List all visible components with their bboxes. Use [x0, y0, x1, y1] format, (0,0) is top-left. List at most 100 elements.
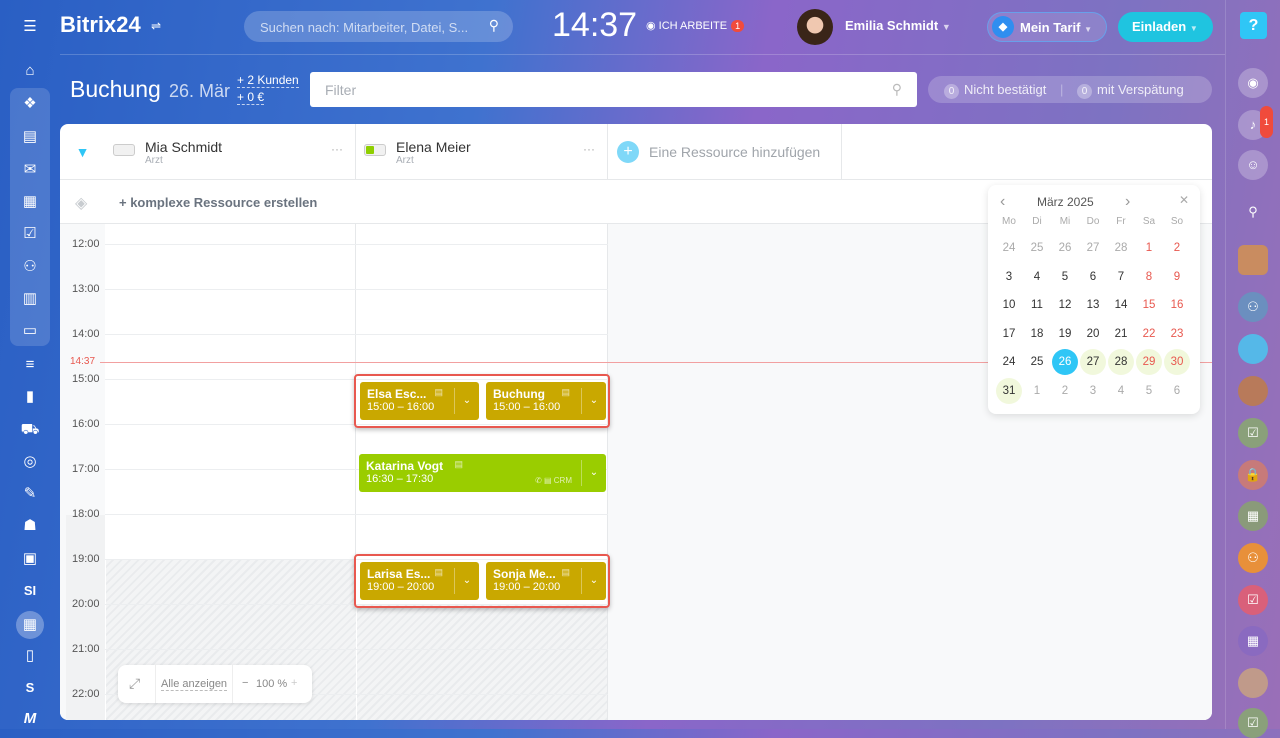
- calendar-day[interactable]: 20: [1080, 321, 1106, 347]
- invite-button[interactable]: Einladen ▼: [1118, 12, 1213, 42]
- chat-icon[interactable]: ✉: [18, 160, 42, 180]
- create-complex-resource-link[interactable]: + komplexe Ressource erstellen: [119, 195, 317, 210]
- chevron-down-icon[interactable]: ⌄: [581, 388, 606, 414]
- chevron-down-icon[interactable]: ⌄: [581, 460, 606, 486]
- resource-column-header[interactable]: Mia Schmidt Arzt ···: [105, 124, 356, 180]
- calendar-day[interactable]: 31: [996, 377, 1022, 404]
- menu-icon[interactable]: ☰: [18, 17, 42, 37]
- calendar-day[interactable]: 24: [996, 349, 1022, 375]
- calendar-day[interactable]: 29: [1136, 349, 1162, 375]
- contact-avatar[interactable]: [1238, 668, 1268, 698]
- calendar-day[interactable]: 2: [1052, 378, 1078, 404]
- tarif-button[interactable]: ◆ Mein Tarif ▼: [987, 12, 1107, 42]
- calendar-day[interactable]: 14: [1108, 292, 1134, 318]
- calendar-chat-icon[interactable]: ▦: [1238, 626, 1268, 656]
- search-icon[interactable]: ⚲: [1238, 197, 1268, 227]
- calendar-day[interactable]: 3: [996, 264, 1022, 290]
- calendar-day[interactable]: 13: [1080, 292, 1106, 318]
- calendar-day[interactable]: 11: [1024, 292, 1050, 318]
- booking-event[interactable]: Elsa Esc... ▤ 15:00 – 16:00 ⌄: [360, 382, 479, 420]
- calendar-day[interactable]: 28: [1108, 349, 1134, 375]
- groups-icon[interactable]: ⚇: [18, 257, 42, 277]
- booking-event[interactable]: Sonja Me... ▤ 19:00 – 20:00 ⌄: [486, 562, 606, 600]
- calendar-day[interactable]: 15: [1136, 292, 1162, 318]
- calendar-day[interactable]: 8: [1136, 264, 1162, 290]
- calendar-day[interactable]: 1: [1136, 235, 1162, 261]
- calendar-day[interactable]: 25: [1024, 349, 1050, 375]
- messenger-icon[interactable]: ☺: [1238, 150, 1268, 180]
- show-all-link[interactable]: Alle anzeigen: [161, 678, 228, 691]
- more-icon[interactable]: ···: [331, 142, 343, 156]
- user-menu[interactable]: Emilia Schmidt ▼: [845, 18, 951, 33]
- calendar-day[interactable]: 26: [1052, 349, 1078, 375]
- calendar-day[interactable]: 12: [1052, 292, 1078, 318]
- tasks-icon[interactable]: ☑: [18, 224, 42, 244]
- expand-icon[interactable]: ⤢: [129, 675, 140, 692]
- chevron-down-icon[interactable]: ⌄: [454, 388, 479, 414]
- booking-event[interactable]: Buchung ▤ 15:00 – 16:00 ⌄: [486, 382, 606, 420]
- add-resource-button[interactable]: + Eine Ressource hinzufügen: [608, 124, 842, 180]
- calendar-day[interactable]: 2: [1164, 235, 1190, 261]
- calendar-day[interactable]: 26: [1052, 235, 1078, 261]
- calendar-day[interactable]: 6: [1080, 264, 1106, 290]
- collapse-icon[interactable]: ✕: [1179, 193, 1189, 207]
- unconfirmed-counter[interactable]: 0 Nicht bestätigt: [944, 82, 1046, 99]
- drive-icon[interactable]: ▭: [18, 321, 42, 341]
- calendar-day[interactable]: 21: [1108, 321, 1134, 347]
- market-icon[interactable]: M: [18, 709, 42, 729]
- logo[interactable]: Bitrix24: [60, 12, 141, 38]
- work-status-button[interactable]: ◉ ICH ARBEITE 1: [646, 19, 745, 32]
- calendar-day[interactable]: 6: [1164, 378, 1190, 404]
- copilot-icon[interactable]: ◉: [1238, 68, 1268, 98]
- crm-icon[interactable]: ≡: [18, 355, 42, 375]
- next-month-icon[interactable]: ›: [1125, 193, 1130, 211]
- calendar-day[interactable]: 28: [1108, 235, 1134, 261]
- calendar-day[interactable]: 16: [1164, 292, 1190, 318]
- resource-column-header[interactable]: Elena Meier Arzt ···: [356, 124, 608, 180]
- contact-avatar[interactable]: [1238, 376, 1268, 406]
- robot-icon[interactable]: ☗: [18, 516, 42, 536]
- zoom-in-button[interactable]: +: [291, 677, 297, 689]
- calendar-day[interactable]: 25: [1024, 235, 1050, 261]
- calendar-day[interactable]: 30: [1164, 349, 1190, 375]
- reports-icon[interactable]: ▮: [18, 387, 42, 407]
- sign-icon[interactable]: ✎: [18, 484, 42, 504]
- page-date[interactable]: 26. Mär: [169, 81, 230, 102]
- s-item[interactable]: S: [18, 678, 42, 698]
- calendar-day[interactable]: 17: [996, 321, 1022, 347]
- avatar[interactable]: [797, 9, 833, 45]
- more-icon[interactable]: ···: [583, 142, 595, 156]
- target-icon[interactable]: ◎: [18, 452, 42, 472]
- calendar-day[interactable]: 27: [1080, 349, 1106, 375]
- calendar-day[interactable]: 4: [1024, 264, 1050, 290]
- filter-icon[interactable]: ▼: [60, 124, 105, 180]
- tasks-chat-icon[interactable]: ☑: [1238, 708, 1268, 738]
- calendar-day[interactable]: 1: [1024, 378, 1050, 404]
- booking-event[interactable]: Larisa Es... ▤ 19:00 – 20:00 ⌄: [360, 562, 479, 600]
- settings-icon[interactable]: ⇌: [151, 19, 161, 33]
- search-input[interactable]: Suchen nach: Mitarbeiter, Datei, S... ⚲: [244, 11, 513, 42]
- group-chat-icon[interactable]: ⚇: [1238, 543, 1268, 573]
- news-icon[interactable]: ▤: [18, 127, 42, 147]
- tasks-chat-icon[interactable]: ☑: [1238, 585, 1268, 615]
- calendar-day[interactable]: 3: [1080, 378, 1106, 404]
- calendar-day[interactable]: 24: [996, 235, 1022, 261]
- calendar-day[interactable]: 10: [996, 292, 1022, 318]
- calendar-day[interactable]: 5: [1136, 378, 1162, 404]
- calendar-day[interactable]: 18: [1024, 321, 1050, 347]
- late-counter[interactable]: 0 mit Verspätung: [1077, 82, 1184, 99]
- feed-icon[interactable]: ❖: [18, 94, 42, 114]
- zoom-out-button[interactable]: −: [242, 677, 248, 689]
- chevron-down-icon[interactable]: ⌄: [581, 568, 606, 594]
- calendar-day[interactable]: 9: [1164, 264, 1190, 290]
- calendar-day[interactable]: 27: [1080, 235, 1106, 261]
- chevron-down-icon[interactable]: ⌄: [454, 568, 479, 594]
- shop-icon[interactable]: ⛟: [18, 420, 42, 440]
- docs-icon[interactable]: ▥: [18, 289, 42, 309]
- home-icon[interactable]: ⌂: [18, 61, 42, 81]
- chat-avatar[interactable]: [1238, 334, 1268, 364]
- bell-icon[interactable]: ♪ 1: [1238, 106, 1274, 140]
- kunden-link[interactable]: + 2 Kunden: [237, 73, 299, 88]
- tasks-chat-icon[interactable]: ☑: [1238, 418, 1268, 448]
- booking-icon[interactable]: ▦: [16, 611, 44, 639]
